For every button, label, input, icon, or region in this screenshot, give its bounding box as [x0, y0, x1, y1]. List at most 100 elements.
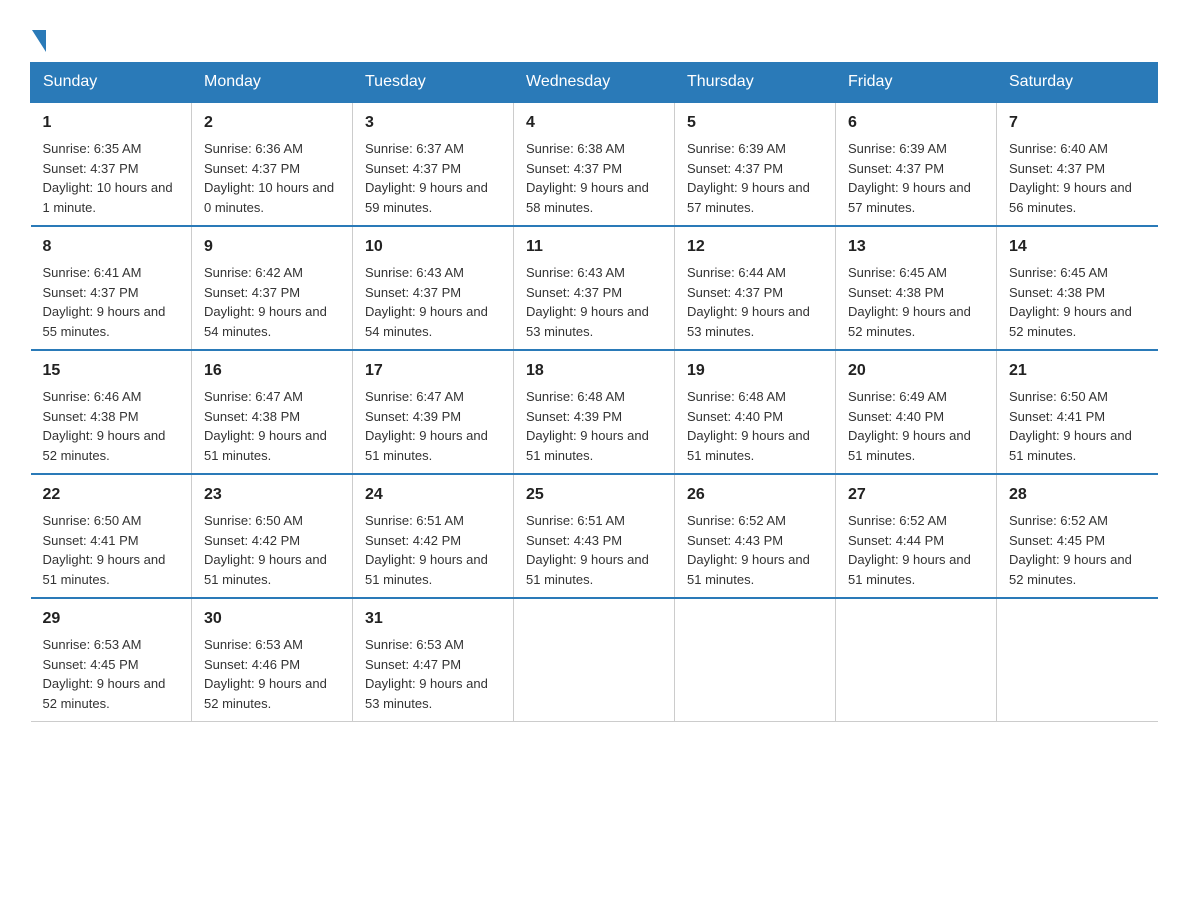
day-number: 17 — [365, 359, 501, 383]
calendar-week-row: 29 Sunrise: 6:53 AMSunset: 4:45 PMDayligh… — [31, 598, 1158, 722]
day-info: Sunrise: 6:41 AMSunset: 4:37 PMDaylight:… — [43, 265, 166, 339]
day-info: Sunrise: 6:47 AMSunset: 4:39 PMDaylight:… — [365, 389, 488, 463]
day-info: Sunrise: 6:50 AMSunset: 4:41 PMDaylight:… — [43, 513, 166, 587]
calendar-cell: 9 Sunrise: 6:42 AMSunset: 4:37 PMDaylight… — [192, 226, 353, 350]
calendar-cell — [836, 598, 997, 722]
calendar-cell: 27 Sunrise: 6:52 AMSunset: 4:44 PMDayligh… — [836, 474, 997, 598]
day-number: 19 — [687, 359, 823, 383]
day-info: Sunrise: 6:53 AMSunset: 4:45 PMDaylight:… — [43, 637, 166, 711]
day-number: 26 — [687, 483, 823, 507]
calendar-cell: 16 Sunrise: 6:47 AMSunset: 4:38 PMDayligh… — [192, 350, 353, 474]
day-info: Sunrise: 6:38 AMSunset: 4:37 PMDaylight:… — [526, 141, 649, 215]
day-number: 16 — [204, 359, 340, 383]
day-info: Sunrise: 6:52 AMSunset: 4:44 PMDaylight:… — [848, 513, 971, 587]
day-number: 13 — [848, 235, 984, 259]
calendar-cell: 30 Sunrise: 6:53 AMSunset: 4:46 PMDayligh… — [192, 598, 353, 722]
day-info: Sunrise: 6:35 AMSunset: 4:37 PMDaylight:… — [43, 141, 173, 215]
day-info: Sunrise: 6:45 AMSunset: 4:38 PMDaylight:… — [1009, 265, 1132, 339]
calendar-week-row: 1 Sunrise: 6:35 AMSunset: 4:37 PMDaylight… — [31, 102, 1158, 226]
day-info: Sunrise: 6:47 AMSunset: 4:38 PMDaylight:… — [204, 389, 327, 463]
day-info: Sunrise: 6:46 AMSunset: 4:38 PMDaylight:… — [43, 389, 166, 463]
calendar-cell: 18 Sunrise: 6:48 AMSunset: 4:39 PMDayligh… — [514, 350, 675, 474]
page-header — [30, 20, 1158, 52]
calendar-cell: 23 Sunrise: 6:50 AMSunset: 4:42 PMDayligh… — [192, 474, 353, 598]
calendar-cell: 28 Sunrise: 6:52 AMSunset: 4:45 PMDayligh… — [997, 474, 1158, 598]
day-number: 14 — [1009, 235, 1146, 259]
calendar-cell: 15 Sunrise: 6:46 AMSunset: 4:38 PMDayligh… — [31, 350, 192, 474]
day-number: 1 — [43, 111, 180, 135]
day-info: Sunrise: 6:36 AMSunset: 4:37 PMDaylight:… — [204, 141, 334, 215]
day-number: 21 — [1009, 359, 1146, 383]
day-number: 3 — [365, 111, 501, 135]
calendar-cell: 1 Sunrise: 6:35 AMSunset: 4:37 PMDaylight… — [31, 102, 192, 226]
calendar-week-row: 15 Sunrise: 6:46 AMSunset: 4:38 PMDayligh… — [31, 350, 1158, 474]
header-monday: Monday — [192, 63, 353, 103]
calendar-cell: 17 Sunrise: 6:47 AMSunset: 4:39 PMDayligh… — [353, 350, 514, 474]
day-info: Sunrise: 6:39 AMSunset: 4:37 PMDaylight:… — [848, 141, 971, 215]
calendar-table: SundayMondayTuesdayWednesdayThursdayFrid… — [30, 62, 1158, 722]
day-info: Sunrise: 6:48 AMSunset: 4:39 PMDaylight:… — [526, 389, 649, 463]
header-wednesday: Wednesday — [514, 63, 675, 103]
calendar-cell: 21 Sunrise: 6:50 AMSunset: 4:41 PMDayligh… — [997, 350, 1158, 474]
calendar-header-row: SundayMondayTuesdayWednesdayThursdayFrid… — [31, 63, 1158, 103]
day-number: 30 — [204, 607, 340, 631]
day-number: 22 — [43, 483, 180, 507]
day-number: 24 — [365, 483, 501, 507]
day-number: 15 — [43, 359, 180, 383]
day-number: 31 — [365, 607, 501, 631]
calendar-cell: 13 Sunrise: 6:45 AMSunset: 4:38 PMDayligh… — [836, 226, 997, 350]
day-info: Sunrise: 6:43 AMSunset: 4:37 PMDaylight:… — [526, 265, 649, 339]
calendar-cell: 25 Sunrise: 6:51 AMSunset: 4:43 PMDayligh… — [514, 474, 675, 598]
calendar-cell: 19 Sunrise: 6:48 AMSunset: 4:40 PMDayligh… — [675, 350, 836, 474]
day-number: 5 — [687, 111, 823, 135]
day-info: Sunrise: 6:53 AMSunset: 4:47 PMDaylight:… — [365, 637, 488, 711]
header-thursday: Thursday — [675, 63, 836, 103]
calendar-cell: 4 Sunrise: 6:38 AMSunset: 4:37 PMDaylight… — [514, 102, 675, 226]
day-number: 2 — [204, 111, 340, 135]
day-number: 27 — [848, 483, 984, 507]
day-info: Sunrise: 6:52 AMSunset: 4:43 PMDaylight:… — [687, 513, 810, 587]
calendar-cell: 8Sunrise: 6:41 AMSunset: 4:37 PMDaylight… — [31, 226, 192, 350]
day-number: 25 — [526, 483, 662, 507]
day-info: Sunrise: 6:45 AMSunset: 4:38 PMDaylight:… — [848, 265, 971, 339]
logo-arrow-icon — [32, 30, 46, 52]
calendar-cell: 20Sunrise: 6:49 AMSunset: 4:40 PMDayligh… — [836, 350, 997, 474]
calendar-cell — [514, 598, 675, 722]
calendar-cell — [675, 598, 836, 722]
day-info: Sunrise: 6:42 AMSunset: 4:37 PMDaylight:… — [204, 265, 327, 339]
calendar-week-row: 22 Sunrise: 6:50 AMSunset: 4:41 PMDayligh… — [31, 474, 1158, 598]
day-info: Sunrise: 6:50 AMSunset: 4:42 PMDaylight:… — [204, 513, 327, 587]
day-number: 9 — [204, 235, 340, 259]
calendar-cell: 11Sunrise: 6:43 AMSunset: 4:37 PMDayligh… — [514, 226, 675, 350]
day-info: Sunrise: 6:50 AMSunset: 4:41 PMDaylight:… — [1009, 389, 1132, 463]
header-sunday: Sunday — [31, 63, 192, 103]
calendar-cell: 14 Sunrise: 6:45 AMSunset: 4:38 PMDayligh… — [997, 226, 1158, 350]
calendar-cell: 31 Sunrise: 6:53 AMSunset: 4:47 PMDayligh… — [353, 598, 514, 722]
day-info: Sunrise: 6:49 AMSunset: 4:40 PMDaylight:… — [848, 389, 971, 463]
day-number: 6 — [848, 111, 984, 135]
day-info: Sunrise: 6:52 AMSunset: 4:45 PMDaylight:… — [1009, 513, 1132, 587]
header-friday: Friday — [836, 63, 997, 103]
day-info: Sunrise: 6:48 AMSunset: 4:40 PMDaylight:… — [687, 389, 810, 463]
calendar-cell: 12Sunrise: 6:44 AMSunset: 4:37 PMDayligh… — [675, 226, 836, 350]
calendar-cell: 2 Sunrise: 6:36 AMSunset: 4:37 PMDaylight… — [192, 102, 353, 226]
day-number: 23 — [204, 483, 340, 507]
calendar-cell: 26 Sunrise: 6:52 AMSunset: 4:43 PMDayligh… — [675, 474, 836, 598]
day-info: Sunrise: 6:44 AMSunset: 4:37 PMDaylight:… — [687, 265, 810, 339]
day-number: 10 — [365, 235, 501, 259]
calendar-cell: 10 Sunrise: 6:43 AMSunset: 4:37 PMDayligh… — [353, 226, 514, 350]
day-number: 4 — [526, 111, 662, 135]
calendar-cell: 5 Sunrise: 6:39 AMSunset: 4:37 PMDaylight… — [675, 102, 836, 226]
day-info: Sunrise: 6:40 AMSunset: 4:37 PMDaylight:… — [1009, 141, 1132, 215]
calendar-cell: 24Sunrise: 6:51 AMSunset: 4:42 PMDayligh… — [353, 474, 514, 598]
day-number: 28 — [1009, 483, 1146, 507]
day-number: 18 — [526, 359, 662, 383]
day-info: Sunrise: 6:53 AMSunset: 4:46 PMDaylight:… — [204, 637, 327, 711]
calendar-cell: 6 Sunrise: 6:39 AMSunset: 4:37 PMDaylight… — [836, 102, 997, 226]
day-info: Sunrise: 6:51 AMSunset: 4:43 PMDaylight:… — [526, 513, 649, 587]
calendar-cell: 3Sunrise: 6:37 AMSunset: 4:37 PMDaylight… — [353, 102, 514, 226]
day-info: Sunrise: 6:39 AMSunset: 4:37 PMDaylight:… — [687, 141, 810, 215]
day-number: 29 — [43, 607, 180, 631]
day-info: Sunrise: 6:43 AMSunset: 4:37 PMDaylight:… — [365, 265, 488, 339]
header-saturday: Saturday — [997, 63, 1158, 103]
